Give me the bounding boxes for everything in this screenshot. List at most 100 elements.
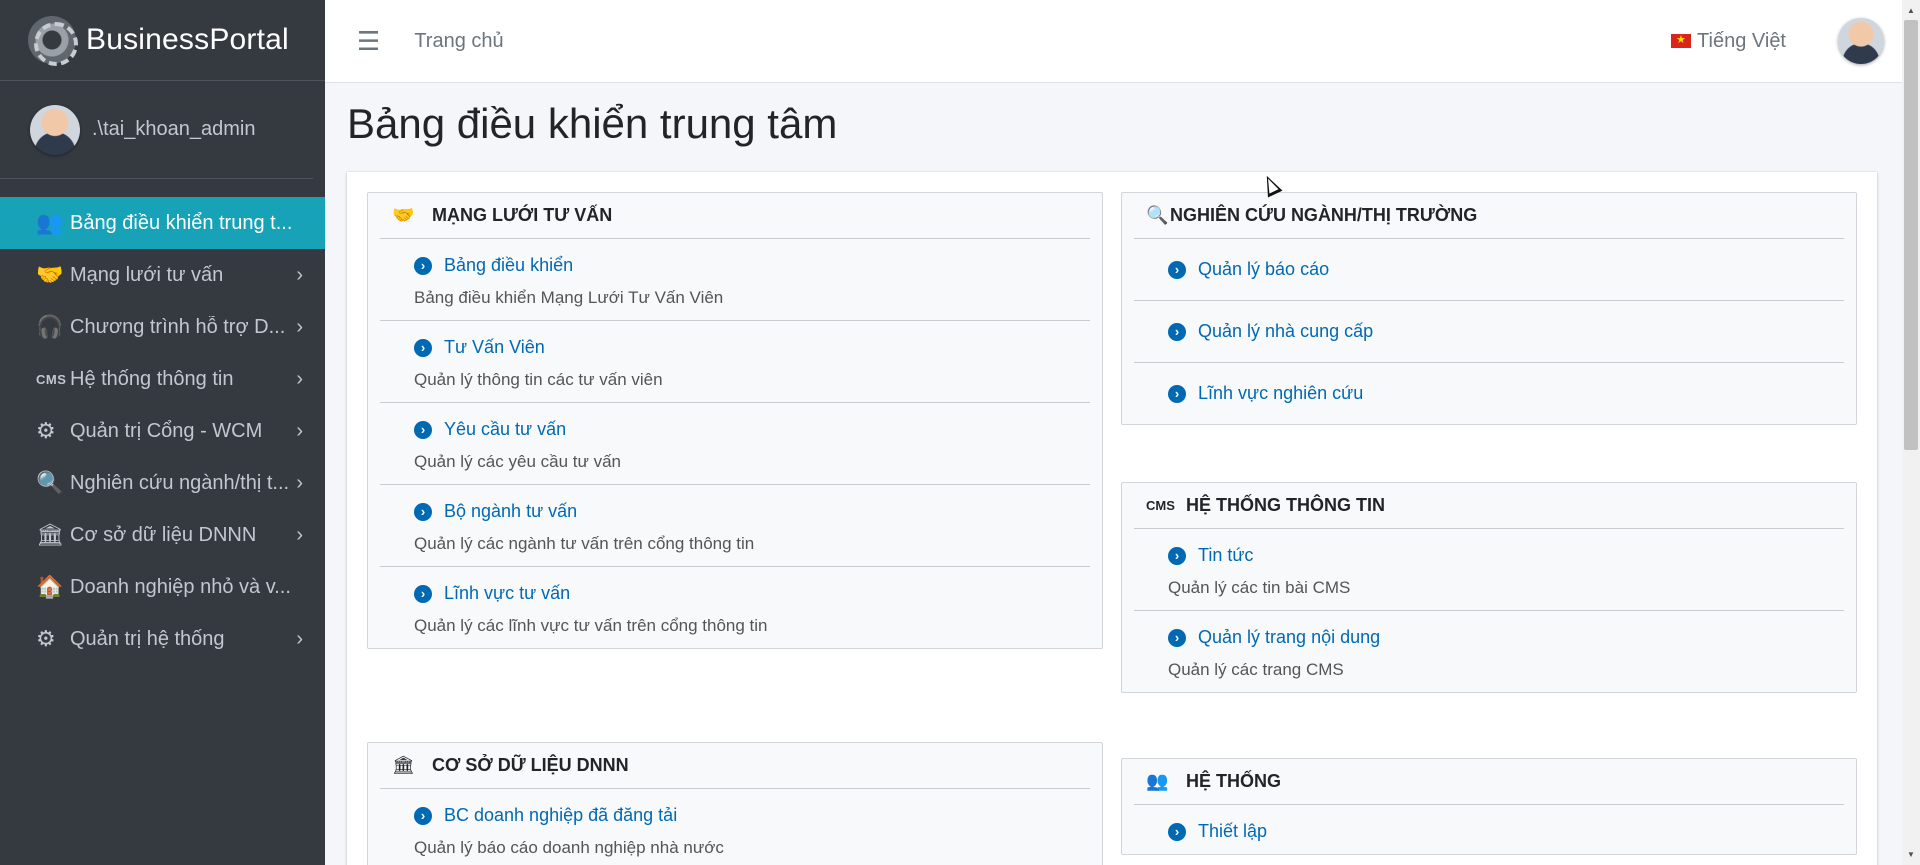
language-label: Tiếng Việt bbox=[1697, 29, 1786, 52]
list-item: › Quản lý trang nội dung Quản lý các tran… bbox=[1134, 611, 1844, 692]
entry-label[interactable]: Lĩnh vực tư vấn bbox=[444, 583, 570, 604]
entry-link[interactable]: › Bảng điều khiển bbox=[414, 255, 1090, 276]
panel-title: HỆ THỐNG bbox=[1186, 771, 1282, 791]
entry-label[interactable]: Bảng điều khiển bbox=[444, 255, 573, 276]
entry-description: Quản lý các trang CMS bbox=[1168, 660, 1344, 679]
panel-mang-luoi: 🤝 MẠNG LƯỚI TƯ VẤN › Bảng điều khiển Bảng… bbox=[367, 192, 1103, 649]
chevron-circle-right-icon: › bbox=[414, 502, 432, 521]
chevron-right-icon: › bbox=[296, 627, 303, 650]
sidebar-item-dashboard[interactable]: 👥 Bảng điều khiển trung t... bbox=[0, 197, 325, 249]
user-name: .\tai_khoan_admin bbox=[92, 118, 256, 140]
entry-label[interactable]: Yêu cầu tư vấn bbox=[444, 419, 566, 440]
panel-header: CMS HỆ THỐNG THÔNG TIN bbox=[1134, 483, 1844, 529]
chevron-circle-right-icon: › bbox=[1168, 384, 1186, 403]
entry-link[interactable]: › Bộ ngành tư vấn bbox=[414, 501, 1090, 522]
chevron-circle-right-icon: › bbox=[1168, 546, 1186, 565]
sidebar-item-chuong-trinh[interactable]: 🎧 Chương trình hỗ trợ D... › bbox=[0, 301, 325, 353]
panel-header: 🤝 MẠNG LƯỚI TƯ VẤN bbox=[380, 193, 1090, 239]
scroll-up-arrow-icon[interactable]: ▲ bbox=[1907, 6, 1915, 15]
sidebar-item-he-thong-thong-tin[interactable]: CMS Hệ thống thông tin › bbox=[0, 353, 325, 405]
user-avatar-menu[interactable] bbox=[1838, 18, 1884, 64]
page-title: Bảng điều khiển trung tâm bbox=[347, 100, 838, 147]
users-cog-icon: 👥 bbox=[36, 210, 64, 235]
sidebar-item-mang-luoi[interactable]: 🤝 Mạng lưới tư vấn › bbox=[0, 249, 325, 301]
entry-description: Quản lý các tin bài CMS bbox=[1168, 578, 1351, 597]
sidebar-item-quan-tri-cong[interactable]: ⚙ Quản trị Cổng - WCM › bbox=[0, 405, 325, 457]
sidebar-item-nghien-cuu[interactable]: 🔍 Nghiên cứu ngành/thị t... › bbox=[0, 457, 325, 509]
entry-link[interactable]: › Thiết lập bbox=[1168, 821, 1844, 842]
search-dollar-icon: 🔍 bbox=[1146, 205, 1169, 225]
entry-link[interactable]: › Yêu cầu tư vấn bbox=[414, 419, 1090, 440]
panel-header: 🏛 CƠ SỞ DỮ LIỆU DNNN bbox=[380, 743, 1090, 789]
scrollbar[interactable]: ▲ ▼ bbox=[1902, 0, 1920, 865]
chevron-right-icon: › bbox=[296, 315, 303, 338]
chevron-right-icon: › bbox=[296, 263, 303, 286]
sidebar-item-label: Quản trị Cổng - WCM bbox=[70, 419, 263, 442]
list-item: › Thiết lập bbox=[1134, 805, 1844, 854]
university-icon: 🏛 bbox=[36, 522, 64, 547]
entry-link[interactable]: › Tư Vấn Viên bbox=[414, 337, 1090, 358]
chevron-circle-right-icon: › bbox=[414, 338, 432, 357]
topbar: ☰ Trang chủ Tiếng Việt bbox=[325, 0, 1902, 83]
chevron-circle-right-icon: › bbox=[414, 256, 432, 275]
chevron-circle-right-icon: › bbox=[1168, 260, 1186, 279]
panel-title: NGHIÊN CỨU NGÀNH/THỊ TRƯỜNG bbox=[1170, 205, 1478, 225]
bars-icon[interactable]: ☰ bbox=[357, 26, 380, 57]
panel-header: 🔍 NGHIÊN CỨU NGÀNH/THỊ TRƯỜNG bbox=[1134, 193, 1844, 239]
list-item: › Quản lý nhà cung cấp bbox=[1134, 301, 1844, 363]
users-cog-icon: 👥 bbox=[1146, 771, 1169, 791]
entry-link[interactable]: › BC doanh nghiệp đã đăng tải bbox=[414, 805, 1090, 826]
list-item: › BC doanh nghiệp đã đăng tải Quản lý báo… bbox=[380, 789, 1090, 865]
cms-icon: CMS bbox=[36, 371, 67, 387]
entry-label[interactable]: Quản lý nhà cung cấp bbox=[1198, 321, 1373, 342]
entry-label[interactable]: Lĩnh vực nghiên cứu bbox=[1198, 383, 1363, 404]
language-selector[interactable]: Tiếng Việt bbox=[1671, 30, 1786, 53]
panel-title: CƠ SỞ DỮ LIỆU DNNN bbox=[432, 755, 629, 775]
list-item: › Lĩnh vực nghiên cứu bbox=[1134, 363, 1844, 424]
chevron-circle-right-icon: › bbox=[414, 806, 432, 825]
avatar bbox=[30, 104, 80, 155]
entry-link[interactable]: › Lĩnh vực nghiên cứu bbox=[1168, 383, 1844, 404]
entry-label[interactable]: Tin tức bbox=[1198, 545, 1253, 566]
vietnam-flag-icon bbox=[1671, 33, 1692, 48]
house-user-icon: 🏠 bbox=[36, 574, 64, 599]
brand[interactable]: BusinessPortal bbox=[0, 0, 325, 81]
handshake-icon: 🤝 bbox=[36, 262, 64, 287]
home-link[interactable]: Trang chủ bbox=[414, 30, 503, 53]
panel-he-thong-thong-tin: CMS HỆ THỐNG THÔNG TIN › Tin tức Quản lý … bbox=[1121, 482, 1857, 693]
entry-label[interactable]: Tư Vấn Viên bbox=[444, 337, 545, 358]
chevron-circle-right-icon: › bbox=[1168, 628, 1186, 647]
entry-description: Quản lý các ngành tư vấn trên cổng thông… bbox=[414, 534, 755, 553]
cms-icon: CMS bbox=[1146, 498, 1175, 513]
list-item: › Bộ ngành tư vấn Quản lý các ngành tư vấ… bbox=[380, 485, 1090, 567]
sidebar-item-doanh-nghiep[interactable]: 🏠 Doanh nghiệp nhỏ và v... bbox=[0, 561, 325, 613]
scroll-thumb[interactable] bbox=[1904, 20, 1918, 450]
entry-label[interactable]: Quản lý trang nội dung bbox=[1198, 627, 1380, 648]
sidebar-nav: 👥 Bảng điều khiển trung t... 🤝 Mạng lưới… bbox=[0, 197, 325, 665]
entry-label[interactable]: BC doanh nghiệp đã đăng tải bbox=[444, 805, 677, 826]
entry-link[interactable]: › Lĩnh vực tư vấn bbox=[414, 583, 1090, 604]
sidebar-item-label: Hệ thống thông tin bbox=[70, 367, 234, 390]
university-icon: 🏛 bbox=[392, 755, 415, 775]
panel-title: MẠNG LƯỚI TƯ VẤN bbox=[432, 205, 613, 225]
chevron-circle-right-icon: › bbox=[414, 584, 432, 603]
cogs-icon: ⚙ bbox=[36, 626, 56, 651]
entry-link[interactable]: › Quản lý báo cáo bbox=[1168, 259, 1844, 280]
sidebar-item-co-so-du-lieu[interactable]: 🏛 Cơ sở dữ liệu DNNN › bbox=[0, 509, 325, 561]
sidebar-item-quan-tri-he-thong[interactable]: ⚙ Quản trị hệ thống › bbox=[0, 613, 325, 665]
chevron-right-icon: › bbox=[296, 419, 303, 442]
entry-label[interactable]: Quản lý báo cáo bbox=[1198, 259, 1329, 280]
sidebar-item-label: Bảng điều khiển trung t... bbox=[70, 211, 293, 234]
entry-link[interactable]: › Tin tức bbox=[1168, 545, 1844, 566]
entry-label[interactable]: Thiết lập bbox=[1198, 821, 1267, 842]
entry-link[interactable]: › Quản lý trang nội dung bbox=[1168, 627, 1844, 648]
list-item: › Quản lý báo cáo bbox=[1134, 239, 1844, 301]
list-item: › Tư Vấn Viên Quản lý thông tin các tư vấ… bbox=[380, 321, 1090, 403]
panel-title: HỆ THỐNG THÔNG TIN bbox=[1186, 495, 1385, 515]
chevron-circle-right-icon: › bbox=[1168, 822, 1186, 841]
entry-label[interactable]: Bộ ngành tư vấn bbox=[444, 501, 577, 522]
user-panel[interactable]: .\tai_khoan_admin bbox=[0, 81, 313, 179]
scroll-down-arrow-icon[interactable]: ▼ bbox=[1907, 850, 1915, 859]
list-item: › Yêu cầu tư vấn Quản lý các yêu cầu tư v… bbox=[380, 403, 1090, 485]
entry-link[interactable]: › Quản lý nhà cung cấp bbox=[1168, 321, 1844, 342]
